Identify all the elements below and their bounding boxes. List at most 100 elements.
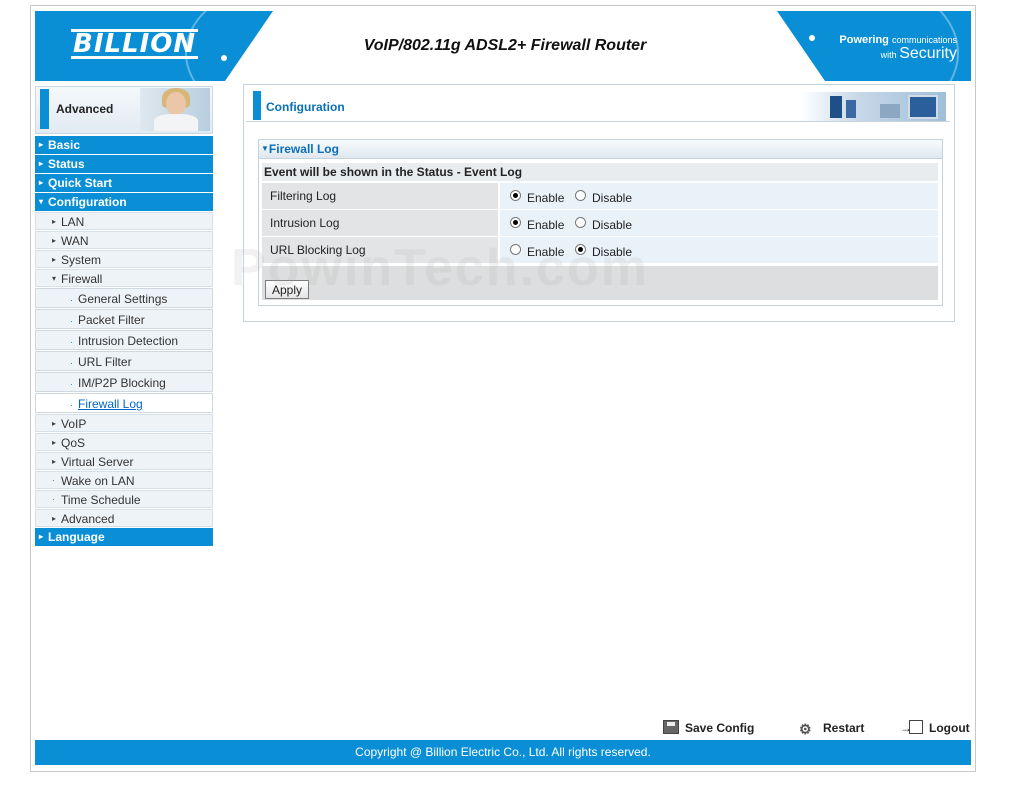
nav-configuration[interactable]: ▾ Configuration (35, 193, 213, 211)
enable-label: Enable (527, 191, 565, 205)
caret-down-icon: ▾ (52, 274, 57, 283)
nav-virtual-server-label: Virtual Server (61, 455, 134, 469)
bullet-icon: · (70, 379, 73, 389)
url-blocking-log-enable-radio[interactable] (510, 244, 521, 255)
tagline-security: Security (899, 45, 957, 62)
nav-im-p2p-blocking[interactable]: · IM/P2P Blocking (35, 372, 213, 392)
enable-label: Enable (527, 218, 565, 232)
nav-general-settings[interactable]: · General Settings (35, 288, 213, 308)
panel-header-bar (253, 91, 261, 120)
url-blocking-log-disable-radio[interactable] (575, 244, 586, 255)
bullet-icon: · (52, 476, 55, 485)
office-photo (800, 92, 946, 121)
nav-intrusion-detection-label: Intrusion Detection (78, 334, 179, 348)
filtering-log-disable-radio[interactable] (575, 190, 586, 201)
nav-wan[interactable]: ▸ WAN (35, 231, 213, 249)
nav-system-label: System (61, 253, 102, 267)
caret-right-icon: ▸ (52, 514, 57, 523)
panel-header: Configuration (246, 87, 950, 122)
caret-right-icon: ▸ (52, 236, 57, 245)
bullet-icon: · (70, 316, 73, 326)
nav-qos[interactable]: ▸ QoS (35, 433, 213, 451)
nav-quick-start[interactable]: ▸ Quick Start (35, 174, 213, 192)
enable-label: Enable (527, 245, 565, 259)
caret-down-icon: ▾ (39, 197, 44, 206)
caret-right-icon: ▸ (39, 178, 44, 187)
logout-button[interactable]: Logout (900, 718, 970, 738)
nav-time-schedule[interactable]: · Time Schedule (35, 490, 213, 508)
row-label: Intrusion Log (262, 210, 498, 236)
nav-lan[interactable]: ▸ LAN (35, 212, 213, 230)
intrusion-log-disable-radio[interactable] (575, 217, 586, 228)
nav-basic[interactable]: ▸ Basic (35, 136, 213, 154)
footer-copyright: Copyright @ Billion Electric Co., Ltd. A… (35, 740, 971, 765)
floppy-disk-icon (663, 720, 679, 734)
caret-right-icon: ▸ (52, 419, 57, 428)
header-banner: BILLION VoIP/802.11g ADSL2+ Firewall Rou… (35, 11, 971, 81)
restart-label: Restart (823, 721, 865, 735)
firewall-log-section: ▼Firewall Log Event will be shown in the… (258, 139, 943, 306)
filtering-log-row: Filtering Log Enable Disable (262, 183, 938, 209)
caret-right-icon: ▸ (52, 438, 57, 447)
section-title[interactable]: ▼Firewall Log (259, 140, 942, 159)
row-options: Enable Disable (500, 237, 938, 263)
caret-right-icon: ▸ (39, 532, 44, 541)
mode-box: Advanced (35, 86, 213, 134)
caret-right-icon: ▸ (52, 255, 57, 264)
nav-packet-filter-label: Packet Filter (78, 313, 145, 327)
billion-logo: BILLION (71, 29, 199, 59)
product-title: VoIP/802.11g ADSL2+ Firewall Router (363, 37, 647, 54)
button-row: Apply (262, 266, 938, 300)
restart-button[interactable]: ⚙ Restart (799, 718, 864, 738)
filtering-log-enable-radio[interactable] (510, 190, 521, 201)
nav-general-settings-label: General Settings (78, 292, 168, 306)
caret-down-icon: ▼ (261, 144, 269, 153)
nav-time-schedule-label: Time Schedule (61, 493, 141, 507)
nav-status[interactable]: ▸ Status (35, 155, 213, 173)
nav-im-p2p-blocking-label: IM/P2P Blocking (78, 376, 166, 390)
banner-dot (809, 35, 815, 41)
nav-system[interactable]: ▸ System (35, 250, 213, 268)
row-options: Enable Disable (500, 183, 938, 209)
nav-voip[interactable]: ▸ VoIP (35, 414, 213, 432)
nav-advanced-label: Advanced (61, 512, 115, 526)
nav-intrusion-detection[interactable]: · Intrusion Detection (35, 330, 213, 350)
bullet-icon: · (70, 400, 73, 410)
mode-box-bar (40, 89, 49, 129)
nav-status-label: Status (48, 157, 85, 171)
intrusion-log-enable-radio[interactable] (510, 217, 521, 228)
satellite-icon: ⚙ (799, 721, 812, 737)
nav-packet-filter[interactable]: · Packet Filter (35, 309, 213, 329)
save-config-button[interactable]: Save Config (663, 718, 754, 738)
nav-qos-label: QoS (61, 436, 86, 450)
bottom-actions: Save Config ⚙ Restart Logout (31, 718, 975, 738)
woman-photo (140, 88, 210, 131)
nav-virtual-server[interactable]: ▸ Virtual Server (35, 452, 213, 470)
nav-wake-on-lan[interactable]: · Wake on LAN (35, 471, 213, 489)
nav-advanced[interactable]: ▸ Advanced (35, 509, 213, 527)
photo-binder (846, 100, 856, 118)
bullet-icon: · (70, 337, 73, 347)
logout-label: Logout (929, 721, 970, 735)
nav-firewall-log[interactable]: · Firewall Log (35, 393, 213, 413)
section-title-label: Firewall Log (268, 142, 339, 156)
tagline-with: with (880, 50, 897, 60)
intrusion-log-row: Intrusion Log Enable Disable (262, 210, 938, 236)
nav-firewall-log-label: Firewall Log (78, 397, 143, 411)
caret-right-icon: ▸ (39, 159, 44, 168)
nav-wake-on-lan-label: Wake on LAN (61, 474, 135, 488)
nav-url-filter[interactable]: · URL Filter (35, 351, 213, 371)
page-frame: BILLION VoIP/802.11g ADSL2+ Firewall Rou… (30, 5, 976, 772)
photo-binder (830, 96, 842, 118)
disable-label: Disable (592, 218, 633, 232)
apply-button[interactable]: Apply (265, 280, 309, 299)
url-blocking-log-row: URL Blocking Log Enable Disable (262, 237, 938, 263)
tagline: Powering communications with Security (839, 33, 957, 62)
nav-voip-label: VoIP (61, 417, 87, 431)
nav-language[interactable]: ▸ Language (35, 528, 213, 546)
nav-configuration-label: Configuration (48, 195, 127, 209)
nav-basic-label: Basic (48, 138, 81, 152)
nav-url-filter-label: URL Filter (78, 355, 132, 369)
nav-firewall[interactable]: ▾ Firewall (35, 269, 213, 287)
nav-quick-start-label: Quick Start (48, 176, 113, 190)
